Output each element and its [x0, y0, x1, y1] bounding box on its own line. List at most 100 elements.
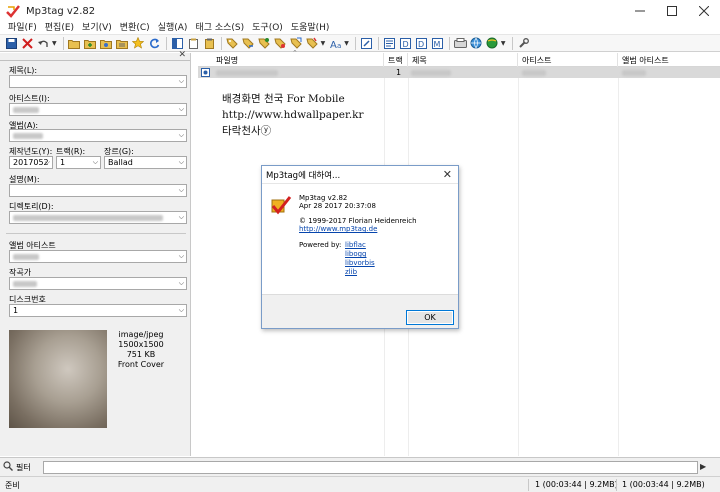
about-build-date: Apr 28 2017 20:37:08 [299, 202, 376, 210]
case-conversion-button[interactable]: Aa [328, 36, 343, 50]
undo-button[interactable] [36, 36, 51, 50]
chevron-down-icon[interactable]: ⌵ [179, 105, 184, 114]
toolbar-separator [220, 36, 222, 50]
save-button[interactable] [4, 36, 19, 50]
cover-art-image[interactable] [9, 330, 107, 428]
filter-go-icon[interactable]: ▶ [700, 462, 706, 471]
tag-panel-button[interactable] [170, 36, 185, 50]
menu-actions[interactable]: 실행(A) [154, 20, 192, 33]
album-field[interactable]: ⌵ [9, 129, 187, 142]
chevron-down-icon[interactable]: ⌵ [179, 213, 184, 222]
tag-sources-button[interactable] [382, 36, 397, 50]
filename-filename-button[interactable] [257, 36, 272, 50]
actions-button[interactable] [305, 36, 320, 50]
track-cell: 1 [396, 68, 402, 77]
column-artist[interactable]: 아티스트 [518, 53, 618, 67]
table-row[interactable]: 1 [198, 67, 720, 78]
text-file-tag-button[interactable] [273, 36, 288, 50]
zlib-link[interactable]: zlib [345, 268, 357, 276]
chevron-down-icon[interactable]: ⌵ [179, 306, 184, 315]
menu-help[interactable]: 도움말(H) [287, 20, 334, 33]
undo-icon [38, 40, 48, 47]
about-website-link[interactable]: http://www.mp3tag.de [299, 225, 377, 233]
window-title: Mp3tag v2.82 [26, 5, 96, 17]
menu-tag-sources[interactable]: 태그 소스(S) [191, 20, 248, 33]
chevron-down-icon[interactable]: ⌵ [179, 77, 184, 86]
playlist-button[interactable] [115, 36, 130, 50]
cover-filesize: 751 KB [126, 350, 156, 359]
remove-tag-button[interactable] [20, 36, 35, 50]
menu-tools[interactable]: 도구(O) [248, 20, 287, 33]
filter-label: 필터 [16, 463, 31, 472]
ok-button[interactable]: OK [406, 310, 454, 325]
grid-line [618, 78, 619, 456]
year-field[interactable]: 2017052 ⌵ [9, 156, 53, 169]
filter-input[interactable] [43, 461, 698, 474]
filename-tag-icon [242, 38, 254, 49]
chevron-down-icon[interactable]: ⌵ [179, 131, 184, 140]
genre-field[interactable]: Ballad ⌵ [104, 156, 187, 169]
track-value: 1 [60, 158, 66, 167]
web-button[interactable] [469, 36, 484, 50]
refresh-button[interactable] [147, 36, 162, 50]
text-tag-icon [274, 38, 286, 49]
folder-add-icon [84, 39, 97, 49]
actions-dropdown-icon[interactable]: ▼ [321, 40, 326, 47]
comment-field[interactable]: ⌵ [9, 184, 187, 197]
export-button[interactable] [453, 36, 468, 50]
dialog-close-icon[interactable]: ✕ [443, 168, 452, 181]
disc-field[interactable]: 1 ⌵ [9, 304, 187, 317]
directory-field[interactable]: ⌵ [9, 211, 187, 224]
star-button[interactable] [131, 36, 146, 50]
album-artist-field[interactable]: ⌵ [9, 250, 187, 263]
column-track[interactable]: 트랙 [384, 53, 408, 67]
menu-edit[interactable]: 편집(E) [41, 20, 78, 33]
freedb-button[interactable]: D [398, 36, 413, 50]
homepage-button[interactable] [485, 36, 500, 50]
blurred-text [522, 69, 546, 76]
open-folder-button[interactable] [67, 36, 82, 50]
web-dropdown-icon[interactable]: ▼ [501, 40, 506, 47]
options-button[interactable] [516, 36, 531, 50]
artist-field[interactable]: ⌵ [9, 103, 187, 116]
paste-tag-button[interactable] [202, 36, 217, 50]
chevron-down-icon[interactable]: ⌵ [179, 252, 184, 261]
favorite-folder-button[interactable] [99, 36, 114, 50]
chevron-down-icon[interactable]: ⌵ [45, 158, 50, 167]
tag-tag-button[interactable] [289, 36, 304, 50]
column-icon[interactable] [198, 53, 212, 67]
menu-view[interactable]: 보기(V) [78, 20, 116, 33]
case-dropdown-icon[interactable]: ▼ [344, 40, 349, 47]
filename-tag-button[interactable] [241, 36, 256, 50]
extended-tags-button[interactable] [359, 36, 374, 50]
tag-panel-header: ✕ [0, 50, 190, 61]
libflac-link[interactable]: libflac [345, 241, 366, 249]
menu-bar: 파일(F) 편집(E) 보기(V) 변환(C) 실행(A) 태그 소스(S) 도… [0, 18, 720, 34]
column-filename[interactable]: 파일명 [212, 53, 384, 67]
save-icon [6, 37, 17, 49]
musicbrainz-button[interactable]: M [430, 36, 445, 50]
copy-tag-button[interactable] [186, 36, 201, 50]
wrench-icon [518, 37, 529, 48]
libogg-link[interactable]: libogg [345, 250, 367, 258]
menu-file[interactable]: 파일(F) [4, 20, 41, 33]
title-field[interactable]: ⌵ [9, 75, 187, 88]
close-panel-icon[interactable]: ✕ [178, 50, 186, 60]
composer-field[interactable]: ⌵ [9, 277, 187, 290]
menu-convert[interactable]: 변환(C) [116, 20, 154, 33]
chevron-down-icon[interactable]: ⌵ [179, 158, 184, 167]
tag-filename-button[interactable] [225, 36, 240, 50]
track-field[interactable]: 1 ⌵ [56, 156, 101, 169]
status-selected-info: 1 (00:03:44 | 9.2MB) [535, 480, 618, 489]
chevron-down-icon[interactable]: ⌵ [179, 279, 184, 288]
chevron-down-icon[interactable]: ⌵ [93, 158, 98, 167]
column-album-artist[interactable]: 앨범 아티스트 [618, 53, 720, 67]
chevron-down-icon[interactable]: ⌵ [179, 186, 184, 195]
toolbar-separator [354, 36, 356, 50]
column-title[interactable]: 제목 [408, 53, 518, 67]
discogs-button[interactable]: D [414, 36, 429, 50]
actions-icon [306, 37, 318, 49]
libvorbis-link[interactable]: libvorbis [345, 259, 375, 267]
undo-dropdown-icon[interactable]: ▼ [52, 40, 57, 47]
add-folder-button[interactable] [83, 36, 98, 50]
